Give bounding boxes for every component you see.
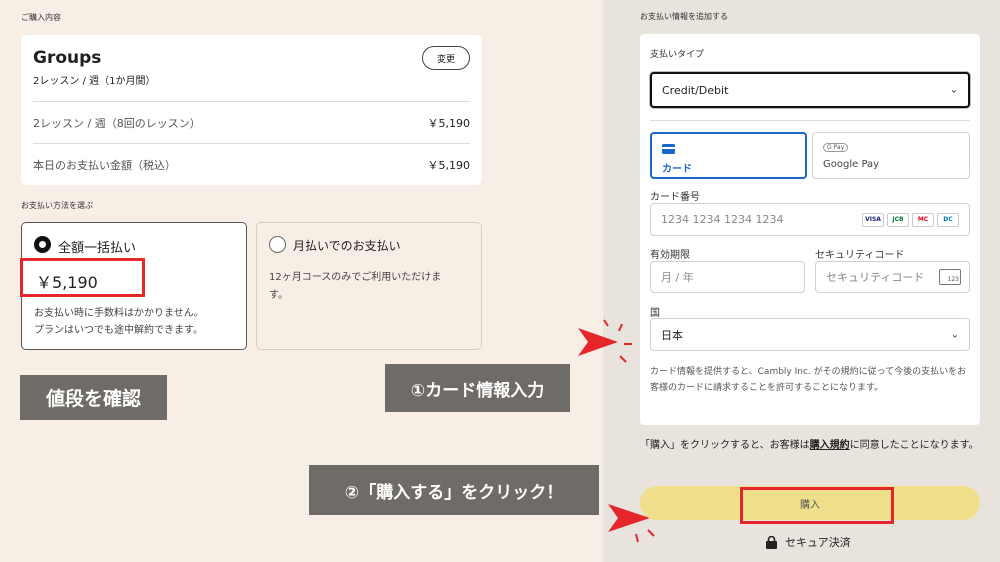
card-disclaimer: カード情報を提供すると、Cambly Inc. がその規約に従って今後の支払いを…: [650, 367, 967, 393]
annotation-click-buy: ②「購入する」をクリック！: [309, 465, 599, 515]
order-section-title: ご購入内容: [21, 13, 61, 22]
visa-icon: VISA: [862, 212, 884, 227]
lock-icon: [766, 535, 777, 549]
divider: [650, 120, 970, 121]
expiry-label: 有効期限: [650, 250, 690, 261]
pay-type-label: 支払いタイプ: [650, 50, 705, 60]
pay-option-note: す。: [269, 290, 288, 301]
form-section-title: お支払い情報を追加する: [640, 12, 728, 21]
expiry-placeholder: 月 / 年: [661, 271, 694, 284]
arrow-pointer-icon: [578, 319, 632, 363]
chevron-down-icon: ⌄: [950, 329, 959, 340]
buy-highlight-box: [740, 487, 894, 524]
mastercard-icon: MC: [912, 212, 934, 227]
expiry-input[interactable]: 月 / 年: [650, 261, 805, 293]
card-number-input[interactable]: 1234 1234 1234 1234 VISA JCB MC DC: [650, 203, 970, 236]
radio-selected-icon[interactable]: [34, 236, 51, 253]
pay-option-label: 全額一括払い: [58, 241, 137, 256]
purchase-terms-link[interactable]: 購入規約: [810, 440, 850, 451]
method-label: Google Pay: [823, 159, 880, 170]
google-pay-icon: G Pay: [823, 143, 849, 152]
country-select[interactable]: 日本 ⌄: [650, 318, 970, 351]
pay-option-note: お支払い時に手数料はかかりません。: [34, 308, 204, 319]
change-plan-button[interactable]: 変更: [422, 46, 470, 70]
annotation-enter-card: ①カード情報入力: [385, 364, 570, 412]
purchase-agreement-text: 「購入」をクリックすると、お客様は購入規約に同意したことになります。: [640, 437, 985, 455]
radio-unselected-icon[interactable]: [269, 236, 286, 253]
country-label: 国: [650, 308, 660, 319]
agree-suffix: に同意したことになります。: [849, 440, 979, 451]
method-label: カード: [662, 164, 692, 175]
pay-option-monthly[interactable]: 月払いでのお支払い 12ヶ月コースのみでご利用いただけま す。: [256, 222, 482, 350]
cvc-label: セキュリティコード: [815, 250, 905, 261]
summary-row-amount: ￥5,190: [427, 116, 471, 130]
method-google-pay[interactable]: G Pay Google Pay: [812, 132, 970, 179]
plan-subtitle: 2レッスン / 週（1か月間）: [33, 76, 156, 87]
pay-type-select[interactable]: Credit/Debit ⌄: [650, 72, 970, 108]
agree-prefix: 「購入」をクリックすると、お客様は: [640, 440, 810, 451]
card-number-placeholder: 1234 1234 1234 1234: [661, 213, 784, 226]
price-highlight-box: [20, 258, 145, 297]
card-brands: VISA JCB MC DC: [862, 212, 959, 227]
summary-row-amount: ￥5,190: [427, 158, 471, 172]
cvc-card-icon: 123: [939, 269, 961, 285]
summary-row-label: 本日のお支払い金額（税込）: [33, 158, 176, 172]
country-value: 日本: [661, 328, 683, 342]
annotation-check-price: 値段を確認: [20, 375, 167, 420]
summary-row-label: 2レッスン / 週（8回のレッスン）: [33, 116, 201, 130]
secure-label: セキュア決済: [785, 536, 851, 549]
pay-type-value: Credit/Debit: [662, 83, 729, 97]
method-card[interactable]: カード: [650, 132, 807, 179]
payment-method-section-title: お支払い方法を選ぶ: [21, 201, 93, 210]
summary-row: 2レッスン / 週（8回のレッスン） ￥5,190: [33, 101, 470, 143]
cvc-placeholder: セキュリティコード: [826, 271, 925, 284]
card-number-label: カード番号: [650, 192, 700, 203]
order-summary-card: Groups 2レッスン / 週（1か月間） 変更 2レッスン / 週（8回のレ…: [21, 35, 482, 185]
jcb-icon: JCB: [887, 212, 909, 227]
secure-payment: セキュア決済: [766, 534, 851, 550]
diners-icon: DC: [937, 212, 959, 227]
summary-row: 本日のお支払い金額（税込） ￥5,190: [33, 143, 470, 185]
cvc-input[interactable]: セキュリティコード 123: [815, 261, 970, 293]
plan-name: Groups: [33, 48, 102, 68]
pay-option-note: 12ヶ月コースのみでご利用いただけま: [269, 272, 442, 283]
pay-option-note: プランはいつでも途中解約できます。: [34, 325, 203, 336]
pay-option-label: 月払いでのお支払い: [293, 239, 401, 253]
card-icon: [662, 144, 675, 154]
chevron-down-icon: ⌄: [949, 84, 958, 96]
